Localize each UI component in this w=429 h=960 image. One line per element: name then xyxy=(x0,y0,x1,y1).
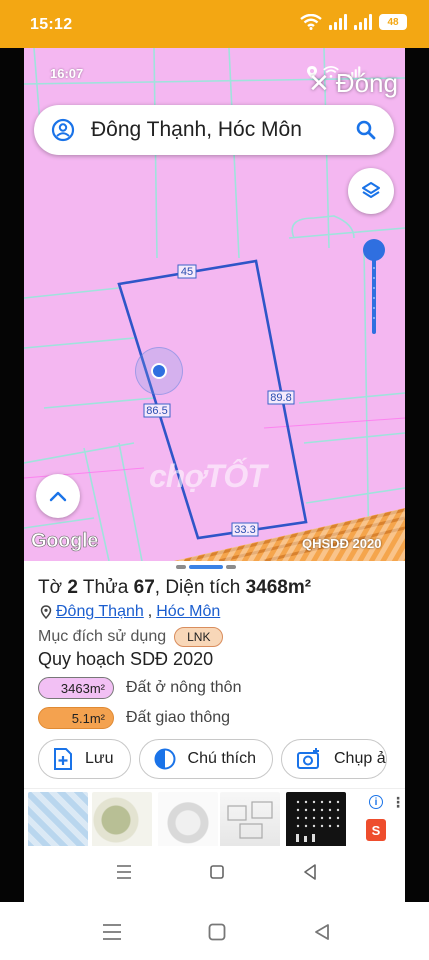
signal-icon xyxy=(354,14,372,30)
map-pin-icon xyxy=(40,605,52,619)
layers-button[interactable] xyxy=(348,168,394,214)
expand-up-button[interactable] xyxy=(36,474,80,518)
signal-icon xyxy=(329,14,347,30)
edge-label-bottom: 33.3 xyxy=(234,524,255,536)
ad-banner[interactable]: i ⋮ S xyxy=(24,788,405,850)
inner-navigation-bar xyxy=(24,846,405,902)
opacity-slider[interactable] xyxy=(362,238,386,334)
outer-status-icons: 48 xyxy=(300,14,407,30)
edge-label-left: 86.5 xyxy=(146,405,167,417)
plan-label: Đất ở nông thôn xyxy=(126,679,242,696)
watermark: chợTỐT xyxy=(149,458,267,494)
wifi-icon xyxy=(300,14,322,30)
layers-icon xyxy=(362,182,380,198)
menu-icon xyxy=(103,924,121,940)
parcel-title: Tờ 2 Thửa 67, Diện tích 3468m² xyxy=(38,577,312,598)
ad-info-icon[interactable]: i xyxy=(369,795,383,809)
more-vert-icon[interactable]: ⋮ xyxy=(391,794,405,811)
edge-label-right: 89.8 xyxy=(270,392,291,404)
purpose-code-badge: LNK xyxy=(174,627,224,647)
search-text[interactable]: Đông Thạnh, Hóc Môn xyxy=(91,118,354,142)
home-square-icon xyxy=(208,923,226,941)
screen-border-right xyxy=(405,48,429,902)
parcel-address: Đông Thạnh, Hóc Môn xyxy=(40,603,220,621)
save-button[interactable]: Lưu xyxy=(38,739,131,779)
home-button[interactable] xyxy=(207,862,227,882)
ad-image[interactable] xyxy=(28,792,88,848)
google-logo: Google xyxy=(31,530,99,553)
land-use-purpose: Mục đích sử dụng LNK xyxy=(38,627,224,647)
recent-apps-button[interactable] xyxy=(100,920,124,944)
chevron-up-icon xyxy=(49,491,67,502)
back-button[interactable] xyxy=(300,862,320,882)
add-document-icon xyxy=(54,748,72,770)
capture-button[interactable]: Chụp ả xyxy=(281,739,387,779)
ward-link[interactable]: Đông Thạnh xyxy=(56,603,144,621)
district-link[interactable]: Hóc Môn xyxy=(156,603,220,621)
layer-label: QHSDĐ 2020 xyxy=(302,536,382,551)
shopee-icon[interactable]: S xyxy=(366,819,386,841)
battery-icon: 48 xyxy=(379,14,407,30)
ad-image[interactable] xyxy=(92,792,152,848)
close-label: Đóng xyxy=(335,68,398,98)
search-icon[interactable] xyxy=(354,118,378,142)
action-buttons: Lưu Chú thích Chụp ả xyxy=(38,739,387,779)
plan-area-pill: 5.1m² xyxy=(38,707,114,729)
recent-apps-button[interactable] xyxy=(114,862,134,882)
sheet-handle[interactable] xyxy=(176,565,236,569)
plan-label: Đất giao thông xyxy=(126,709,231,726)
plan-area-pill: 3463m² xyxy=(38,677,114,699)
home-square-icon xyxy=(210,865,224,879)
plan-row: 3463m² Đất ở nông thôn xyxy=(38,677,241,699)
add-photo-icon xyxy=(297,748,319,769)
outer-navigation-bar xyxy=(0,902,429,960)
account-icon[interactable] xyxy=(51,118,75,142)
ad-image[interactable] xyxy=(286,792,346,848)
back-triangle-icon xyxy=(315,924,329,940)
inner-status-time: 16:07 xyxy=(50,66,84,81)
purpose-label: Mục đích sử dụng xyxy=(38,628,167,645)
ad-image[interactable] xyxy=(220,792,280,848)
menu-icon xyxy=(117,865,131,879)
current-location-dot xyxy=(151,363,167,379)
outer-status-bar: 15:12 48 xyxy=(0,0,429,48)
home-button[interactable] xyxy=(205,920,229,944)
contrast-icon xyxy=(154,748,176,770)
ad-image[interactable] xyxy=(158,792,218,848)
plan-row: 5.1m² Đất giao thông xyxy=(38,707,230,729)
map-view[interactable]: 45 86.5 89.8 33.3 chợTỐT Google QHSDĐ 20… xyxy=(24,48,405,561)
outer-status-time: 15:12 xyxy=(30,16,73,33)
inner-screenshot: 45 86.5 89.8 33.3 chợTỐT Google QHSDĐ 20… xyxy=(24,48,405,902)
screen-border-left xyxy=(0,48,24,902)
back-button[interactable] xyxy=(310,920,334,944)
slider-handle xyxy=(363,239,385,261)
close-button[interactable]: ✕ Đóng xyxy=(308,68,398,99)
plan-title: Quy hoạch SDĐ 2020 xyxy=(38,649,214,669)
back-triangle-icon xyxy=(304,864,316,880)
legend-button[interactable]: Chú thích xyxy=(138,739,273,779)
search-bar[interactable]: Đông Thạnh, Hóc Môn xyxy=(34,105,394,155)
close-icon: ✕ xyxy=(308,68,330,98)
edge-label-top: 45 xyxy=(181,266,193,278)
